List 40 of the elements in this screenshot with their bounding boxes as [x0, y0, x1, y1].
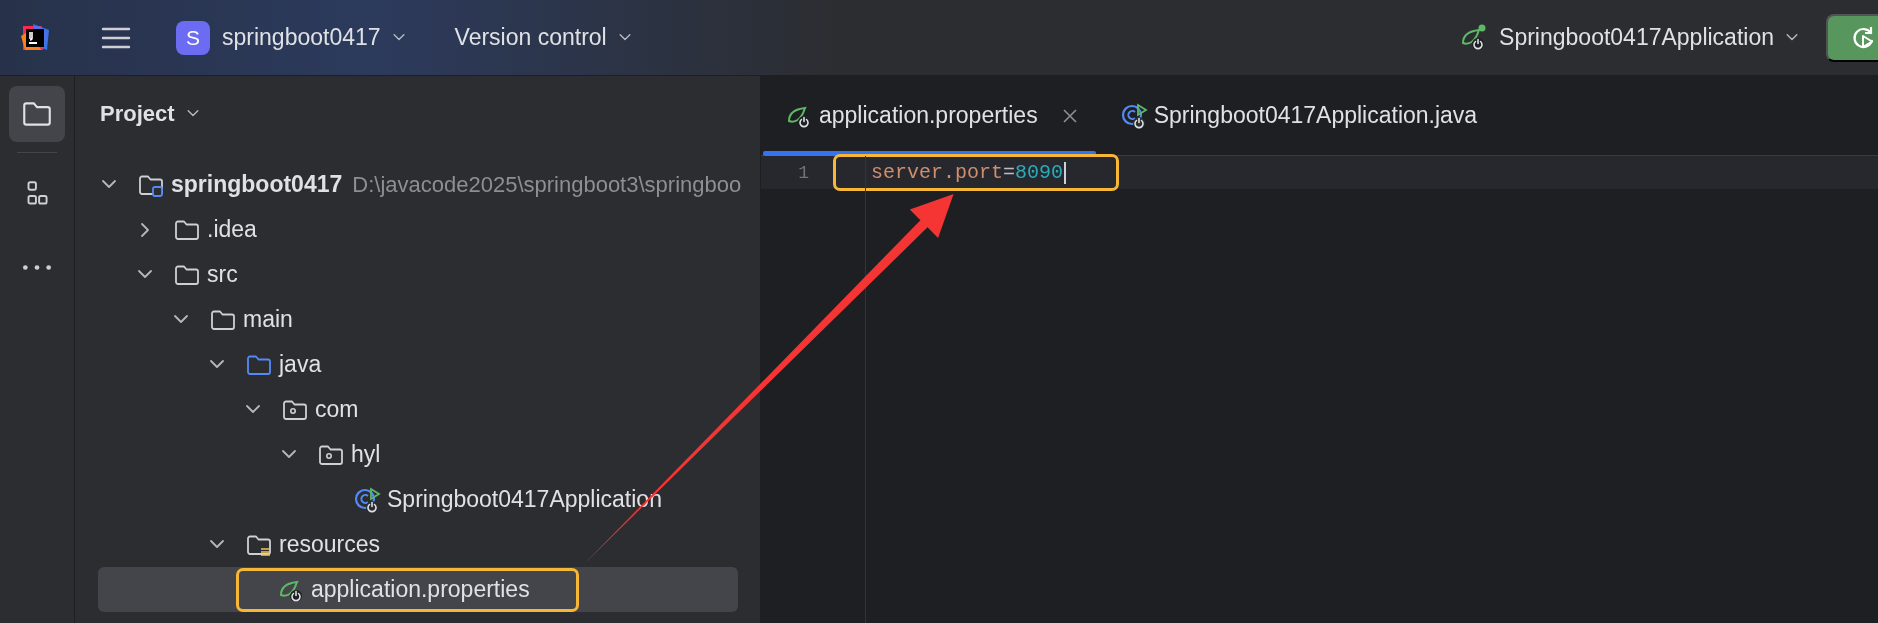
- menu-icon[interactable]: [101, 25, 131, 50]
- tree-item-label: com: [315, 396, 359, 423]
- tree-item-label: .idea: [207, 216, 257, 243]
- close-icon[interactable]: [1061, 107, 1078, 124]
- text-cursor: [1064, 161, 1067, 184]
- editor-tab[interactable]: Springboot0417Application.java: [1095, 76, 1496, 155]
- class-icon: [353, 485, 381, 514]
- tree-item[interactable]: main: [98, 297, 738, 342]
- tree-item-label: resources: [279, 531, 380, 558]
- run-config-name: Springboot0417Application: [1499, 24, 1774, 51]
- line-number: 1: [797, 162, 809, 183]
- tree-item[interactable]: application.properties: [98, 567, 738, 612]
- code-line: server.port=8090: [871, 161, 1064, 184]
- tree-item-label: hyl: [351, 441, 381, 468]
- leaf-icon: [1459, 23, 1488, 52]
- tree-item-label: application.properties: [311, 576, 530, 603]
- tree-item[interactable]: src: [98, 252, 738, 297]
- tool-window-button[interactable]: [9, 86, 65, 142]
- tree-item[interactable]: .idea: [98, 207, 738, 252]
- tree-item-label: springboot0417: [171, 171, 343, 198]
- tree-item-label: java: [279, 351, 322, 378]
- project-badge: S: [176, 20, 210, 55]
- tree-item[interactable]: resources: [98, 522, 738, 567]
- module-path: D:\javacode2025\springboot3\springboo: [352, 171, 742, 198]
- panel-title-menu[interactable]: Project: [100, 101, 201, 127]
- editor-tab[interactable]: application.properties: [761, 76, 1096, 155]
- tree-item[interactable]: java: [98, 342, 738, 387]
- tree-item[interactable]: hyl: [98, 432, 738, 477]
- vcs-label: Version control: [454, 24, 607, 51]
- class-icon: [1119, 101, 1148, 130]
- tree-item[interactable]: com: [98, 387, 738, 432]
- more-icon: [23, 264, 51, 270]
- project-name: springboot0417: [222, 24, 381, 51]
- project-switcher[interactable]: S springboot0417: [170, 20, 413, 55]
- run-config-selector[interactable]: Springboot0417Application: [1441, 23, 1800, 52]
- vcs-menu[interactable]: Version control: [442, 24, 633, 51]
- panel-title: Project: [100, 101, 175, 127]
- rerun-button[interactable]: [1826, 13, 1878, 62]
- tree-item-label: main: [243, 306, 293, 333]
- tree-item-label: src: [207, 261, 238, 288]
